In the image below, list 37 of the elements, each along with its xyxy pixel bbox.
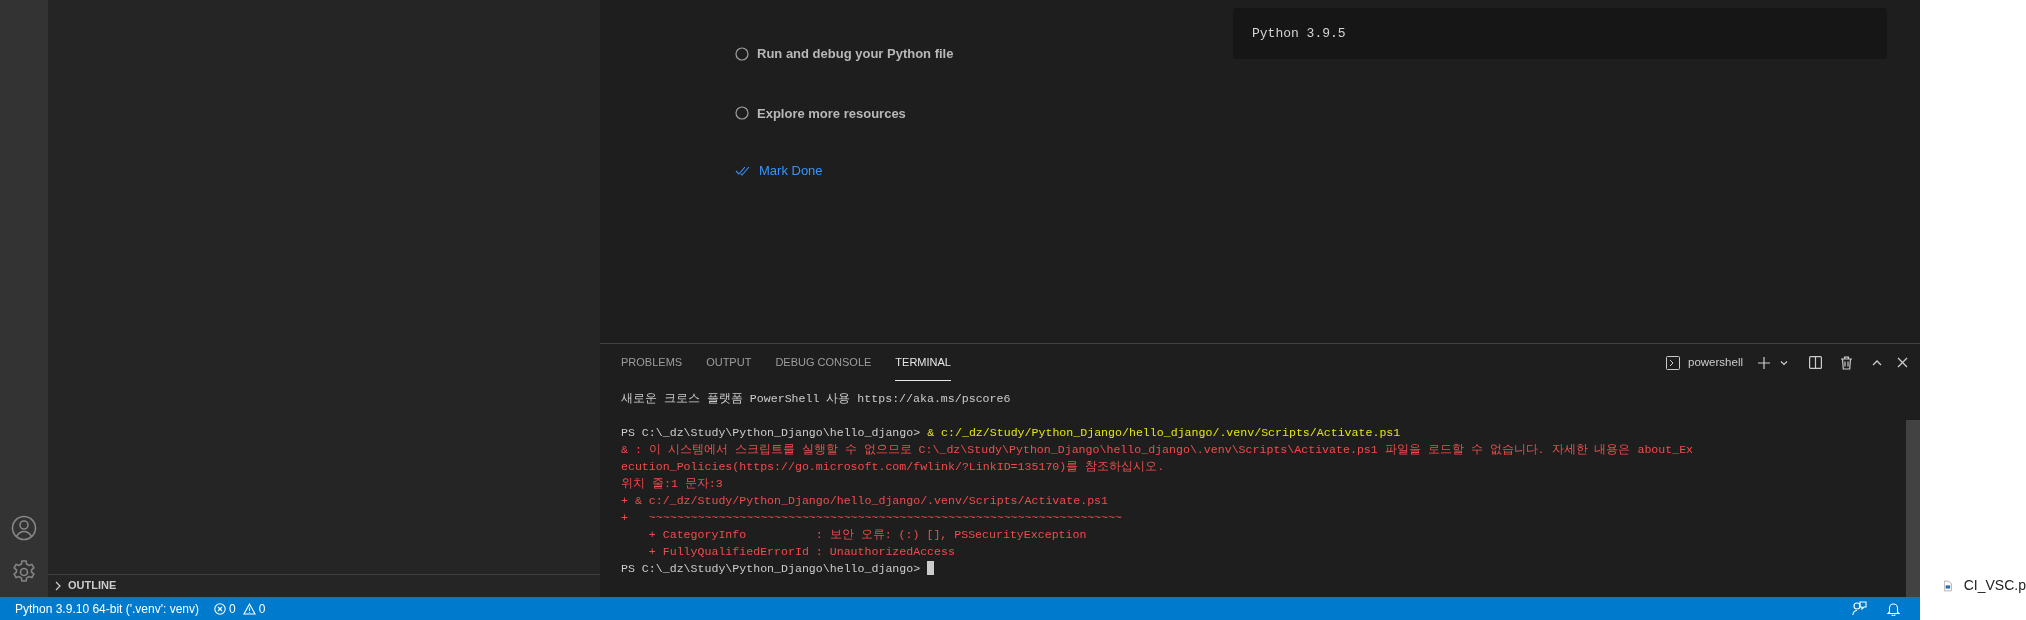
- command-text: & c:/_dz/Study/Python_Django/hello_django/.venv/Scripts/Activate.ps1: [927, 425, 1401, 441]
- error-line: + & c:/_dz/Study/Python_Django/hello_django/.venv/Scripts/Activate.ps1: [621, 493, 1109, 509]
- account-icon[interactable]: [11, 515, 37, 541]
- panel-tab[interactable]: TERMINAL: [895, 344, 951, 381]
- terminal-line: 새로운 크로스 플랫폼 PowerShell 사용 https://aka.ms/pscore6: [621, 391, 1011, 407]
- panel-tab[interactable]: PROBLEMS: [621, 344, 683, 381]
- feedback-icon[interactable]: [1852, 601, 1867, 616]
- step-title[interactable]: Run and debug your Python file: [757, 44, 954, 64]
- step-title[interactable]: Explore more resources: [757, 103, 906, 123]
- error-line: & : 이 시스템에서 스크립트를 실행할 수 없으므로 C:\_dz\Study\Python_Django\hello_django\.venv\Scripts\Activate.ps1 파일을 로드할 수 없습니다. 자세한 내용은 about_Ex: [621, 442, 1694, 458]
- error-line: ecution_Policies(https://go.microsoft.com/fwlink/?LinkID=135170)를 참조하십시오.: [621, 459, 1165, 475]
- panel-tab[interactable]: DEBUG CONSOLE: [775, 344, 872, 381]
- file-name[interactable]: CI_VSC.p: [1963, 575, 2026, 596]
- code-text: Python 3.9.5: [1252, 24, 1346, 43]
- bell-icon[interactable]: [1887, 601, 1900, 616]
- add-icon[interactable]: [1757, 355, 1771, 370]
- split-icon[interactable]: [1809, 356, 1822, 369]
- scrollbar[interactable]: [1906, 420, 1920, 597]
- trash-icon[interactable]: [1840, 355, 1853, 370]
- error-line: 위치 줄:1 문자:3: [621, 476, 723, 492]
- radio-icon[interactable]: [735, 106, 749, 121]
- error-line: + FullyQualifiedErrorId : UnauthorizedAccess: [647, 544, 955, 560]
- terminal-icon: [1666, 355, 1680, 370]
- double-check-icon: [735, 165, 751, 176]
- prompt-text: PS C:\_dz\Study\Python_Django\hello_django>: [621, 425, 921, 441]
- interpreter-selector[interactable]: Python 3.9.10 64-bit ('.venv': venv): [15, 599, 199, 618]
- error-line: + CategoryInfo : 보안 오류: (:) [], PSSecurityException: [647, 527, 1087, 543]
- mark-done-link[interactable]: Mark Done: [759, 161, 823, 181]
- outline-header[interactable]: OUTLINE: [48, 574, 600, 596]
- panel-tab[interactable]: OUTPUT: [706, 344, 752, 381]
- problems-indicator[interactable]: 0 0: [214, 599, 266, 618]
- close-icon[interactable]: [1897, 357, 1908, 368]
- settings-icon[interactable]: [11, 559, 37, 585]
- prompt-text: PS C:\_dz\Study\Python_Django\hello_django>: [621, 561, 921, 577]
- terminal-name[interactable]: powershell: [1688, 353, 1743, 372]
- error-line: + ~~~~~~~~~~~~~~~~~~~~~~~~~~~~~~~~~~~~~~~~~~~~~~~~~~~~~~~~~~~~~~~~~~~~: [621, 510, 1122, 526]
- radio-icon[interactable]: [735, 46, 749, 61]
